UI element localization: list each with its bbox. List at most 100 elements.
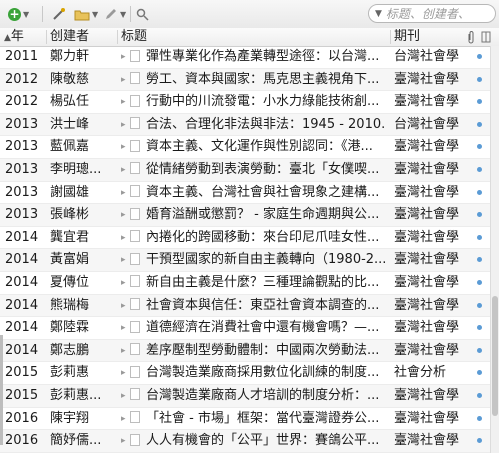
column-author-label: 创建者: [50, 29, 90, 44]
attachment-column-header[interactable]: [466, 28, 476, 46]
row-title: 社會資本與信任：東亞社會資本調查的...: [146, 297, 380, 313]
table-row[interactable]: 2012 楊弘任 ▸ 行動中的川流發電：小水力綠能技術創... 臺灣社會學: [0, 91, 490, 114]
status-dot-icon: [477, 272, 485, 294]
status-dot-icon: [477, 204, 485, 226]
row-title: 婚育溢酬或懲罰？ - 家庭生命週期與公...: [146, 207, 380, 223]
add-icon: +: [8, 6, 21, 21]
expand-arrow-icon[interactable]: ▸: [121, 69, 129, 91]
row-title: 內捲化的跨國移動：來台印尼爪哇女性...: [146, 229, 380, 245]
row-publication: 臺灣社會學: [394, 71, 460, 87]
row-year: 2012: [5, 71, 39, 87]
expand-arrow-icon[interactable]: ▸: [121, 136, 129, 158]
column-divider[interactable]: [390, 30, 391, 44]
vertical-scrollbar[interactable]: [490, 46, 499, 453]
table-row[interactable]: 2013 洪士峰 ▸ 合法、合理化非法與非法：1945 - 2010... 台灣社會學: [0, 113, 490, 137]
column-divider[interactable]: [117, 30, 118, 44]
chevron-down-icon: ▼: [23, 9, 30, 19]
table-row[interactable]: 2014 熊瑞梅 ▸ 社會資本與信任：東亞社會資本調查的... 臺灣社會學: [0, 294, 490, 318]
row-year: 2013: [5, 116, 39, 132]
table-row[interactable]: 2011 鄭力軒 ▸ 彈性專業化作為產業轉型途徑：以台灣... 台灣社會學: [0, 46, 490, 69]
table-row[interactable]: 2016 陳宇翔 ▸ 「社會 - 市場」框架：當代臺灣證券公... 臺灣社會學: [0, 408, 490, 431]
column-year-header[interactable]: ▲年: [4, 28, 24, 46]
expand-arrow-icon[interactable]: ▸: [121, 46, 129, 68]
row-author: 彭莉惠: [50, 365, 90, 381]
column-title-header[interactable]: 标题: [121, 28, 147, 46]
row-year: 2012: [5, 94, 39, 110]
folder-icon: [74, 10, 90, 20]
new-collection-button[interactable]: ▼: [74, 5, 98, 23]
table-row[interactable]: 2013 藍佩嘉 ▸ 資本主義、文化運作與性別認同：《港... 臺灣社會學: [0, 136, 490, 159]
row-year: 2014: [5, 252, 39, 268]
row-year: 2016: [5, 410, 39, 426]
new-item-button[interactable]: + ▼: [8, 5, 29, 23]
row-year: 2013: [5, 161, 39, 177]
expand-arrow-icon[interactable]: ▸: [121, 272, 129, 294]
advanced-search-button[interactable]: [136, 5, 149, 23]
row-title: 差序壓制型勞動體制：中國兩次勞動法...: [146, 342, 380, 358]
row-year: 2014: [5, 320, 39, 336]
row-author: 黃富娟: [50, 252, 90, 268]
table-row[interactable]: 2013 李明璁... ▸ 從情緒勞動到表演勞動：臺北「女僕喫... 臺灣社會學: [0, 158, 490, 182]
row-title: 新自由主義是什麼？三種理論觀點的比...: [146, 274, 380, 290]
document-icon: [130, 385, 140, 407]
expand-arrow-icon[interactable]: ▸: [121, 430, 129, 452]
table-row[interactable]: 2014 黃富娟 ▸ 干預型國家的新自由主義轉向（1980-2... 臺灣社會學: [0, 249, 490, 272]
left-pane-scroll-indicator: [0, 335, 3, 445]
status-dot-icon: [477, 114, 485, 136]
table-row[interactable]: 2014 夏傳位 ▸ 新自由主義是什麼？三種理論觀點的比... 臺灣社會學: [0, 272, 490, 295]
row-publication: 台灣社會學: [394, 49, 460, 64]
row-publication: 臺灣社會學: [394, 229, 460, 245]
column-year-label: 年: [10, 29, 24, 44]
expand-arrow-icon[interactable]: ▸: [121, 114, 129, 136]
expand-arrow-icon[interactable]: ▸: [121, 295, 129, 317]
search-input[interactable]: ▼ 标题、创建者、: [368, 4, 496, 23]
table-row[interactable]: 2016 簡妤儒... ▸ 人人有機會的「公平」世界：賽鴿公平... 臺灣社會學: [0, 430, 490, 453]
row-publication: 臺灣社會學: [394, 320, 460, 336]
expand-arrow-icon[interactable]: ▸: [121, 182, 129, 204]
expand-arrow-icon[interactable]: ▸: [121, 227, 129, 249]
row-publication: 臺灣社會學: [394, 274, 460, 290]
search-mode-chevron-icon[interactable]: ▼: [375, 9, 382, 19]
row-publication: 臺灣社會學: [394, 252, 460, 268]
row-author: 謝國雄: [50, 184, 90, 200]
row-title: 合法、合理化非法與非法：1945 - 2010...: [146, 116, 386, 132]
table-row[interactable]: 2015 彭莉惠 ▸ 台灣製造業廠商採用數位化訓練的制度... 社會分析: [0, 362, 490, 385]
table-row[interactable]: 2014 鄭陸霖 ▸ 道德經濟在消費社會中還有機會嗎？—... 臺灣社會學: [0, 317, 490, 340]
reference-manager-window: + ▼ ▼ ▼ ▼ 标题、创建者、 ▲年 创建者 标题 期刊 2011 鄭力軒 …: [0, 0, 499, 453]
new-note-button[interactable]: ▼: [104, 5, 126, 23]
status-dot-icon: [477, 46, 485, 68]
expand-arrow-icon[interactable]: ▸: [121, 91, 129, 113]
document-icon: [130, 136, 140, 158]
expand-arrow-icon[interactable]: ▸: [121, 317, 129, 339]
table-row[interactable]: 2014 龔宜君 ▸ 內捲化的跨國移動：來台印尼爪哇女性... 臺灣社會學: [0, 227, 490, 250]
table-row[interactable]: 2013 謝國雄 ▸ 資本主義、台灣社會與社會現象之建構... 臺灣社會學: [0, 182, 490, 205]
scrollbar-thumb[interactable]: [492, 296, 498, 416]
row-author: 夏傳位: [50, 274, 90, 290]
column-author-header[interactable]: 创建者: [50, 28, 89, 46]
table-row[interactable]: 2014 鄭志鵬 ▸ 差序壓制型勞動體制：中國兩次勞動法... 臺灣社會學: [0, 339, 490, 363]
column-pub-header[interactable]: 期刊: [394, 28, 420, 46]
search-placeholder: 标题、创建者、: [385, 7, 470, 21]
document-icon: [130, 295, 140, 317]
expand-arrow-icon[interactable]: ▸: [121, 204, 129, 226]
expand-arrow-icon[interactable]: ▸: [121, 385, 129, 407]
column-picker-button[interactable]: [481, 28, 491, 46]
row-title: 資本主義、台灣社會與社會現象之建構...: [146, 184, 380, 200]
column-divider[interactable]: [46, 30, 47, 44]
expand-arrow-icon[interactable]: ▸: [121, 340, 129, 362]
chevron-down-icon: ▼: [92, 9, 99, 19]
expand-arrow-icon[interactable]: ▸: [121, 249, 129, 271]
add-by-identifier-button[interactable]: [52, 5, 66, 23]
status-dot-icon: [477, 317, 485, 339]
table-row[interactable]: 2013 張峰彬 ▸ 婚育溢酬或懲罰？ - 家庭生命週期與公... 臺灣社會學: [0, 204, 490, 227]
document-icon: [130, 204, 140, 226]
table-row[interactable]: 2012 陳敬慈 ▸ 勞工、資本與國家：馬克思主義視角下... 臺灣社會學: [0, 68, 490, 92]
expand-arrow-icon[interactable]: ▸: [121, 362, 129, 384]
items-table: 2011 鄭力軒 ▸ 彈性專業化作為產業轉型途徑：以台灣... 台灣社會學 2012 陳敬慈…: [0, 46, 490, 453]
table-row[interactable]: 2015 彭莉惠... ▸ 台灣製造業廠商人才培訓的制度分析：... 臺灣社會學: [0, 384, 490, 408]
document-icon: [130, 159, 140, 181]
row-title: 「社會 - 市場」框架：當代臺灣證券公...: [146, 410, 380, 426]
expand-arrow-icon[interactable]: ▸: [121, 408, 129, 430]
expand-arrow-icon[interactable]: ▸: [121, 159, 129, 181]
status-dot-icon: [477, 182, 485, 204]
